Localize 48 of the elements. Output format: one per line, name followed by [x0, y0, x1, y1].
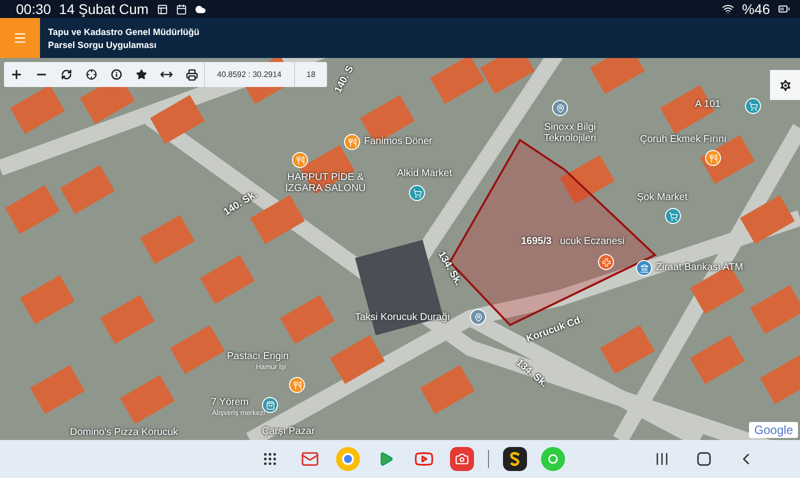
place-label: 7 Yörem: [211, 397, 249, 408]
battery-icon: [778, 3, 790, 15]
grid-icon: [262, 451, 278, 467]
place-label: ucuk Eczanesi: [560, 236, 624, 247]
street-label: 140. Sk.: [222, 188, 260, 218]
ring-icon: [548, 454, 558, 464]
status-date: 14 Şubat Cum: [59, 0, 149, 18]
street-label: 134. Sk.: [514, 357, 550, 390]
place-label: Pastacı Engin: [227, 351, 289, 362]
browser-app-icon[interactable]: [336, 447, 360, 471]
home-icon: [697, 452, 711, 466]
map-attribution: Google: [749, 422, 798, 438]
place-label: Fanimos Döner: [364, 136, 432, 147]
calendar-icon: [176, 4, 187, 14]
settings-button[interactable]: [770, 70, 800, 100]
refresh-icon: [61, 69, 72, 80]
window-icon: [156, 4, 168, 14]
place-label: Sinoxx Bilgi Teknolojileri: [542, 122, 598, 144]
place-label: Çarşı Pazar: [262, 426, 315, 437]
printer-icon: [186, 68, 198, 80]
star-icon: [136, 69, 147, 80]
cloud-icon: [194, 4, 206, 14]
place-label: Çoruh Ekmek Fırını: [640, 134, 727, 145]
plus-icon: [10, 68, 23, 81]
coordinates-display: 40.8592 : 30.2914: [204, 62, 294, 87]
camera-icon: [455, 452, 469, 466]
app-icon[interactable]: [503, 447, 527, 471]
camera-app-icon[interactable]: [450, 447, 474, 471]
info-icon: [111, 69, 122, 80]
envelope-icon: [301, 450, 319, 468]
status-time: 00:30: [16, 0, 52, 18]
app-title: Tapu ve Kadastro Genel Müdürlüğü: [48, 26, 200, 36]
play-icon: [378, 451, 394, 467]
place-label: Şok Market: [637, 192, 688, 203]
crosshair-icon: [86, 69, 97, 80]
s-letter-icon: [509, 452, 521, 466]
chat-app-icon[interactable]: [541, 447, 565, 471]
place-label: Alkid Market: [397, 168, 452, 179]
battery-percent: %46: [742, 0, 770, 18]
street-label: 140. S: [332, 64, 356, 95]
parcel-number: 1695/3: [521, 236, 552, 247]
menu-icon: [13, 31, 27, 45]
place-label: Domino's Pizza Korucuk: [70, 427, 178, 438]
recent-apps-icon: [654, 451, 670, 467]
zoom-level: 18: [294, 62, 328, 87]
circle-icon: [342, 453, 354, 465]
app-subtitle: Parsel Sorgu Uygulaması: [48, 40, 158, 50]
settings-icon: [778, 78, 792, 92]
